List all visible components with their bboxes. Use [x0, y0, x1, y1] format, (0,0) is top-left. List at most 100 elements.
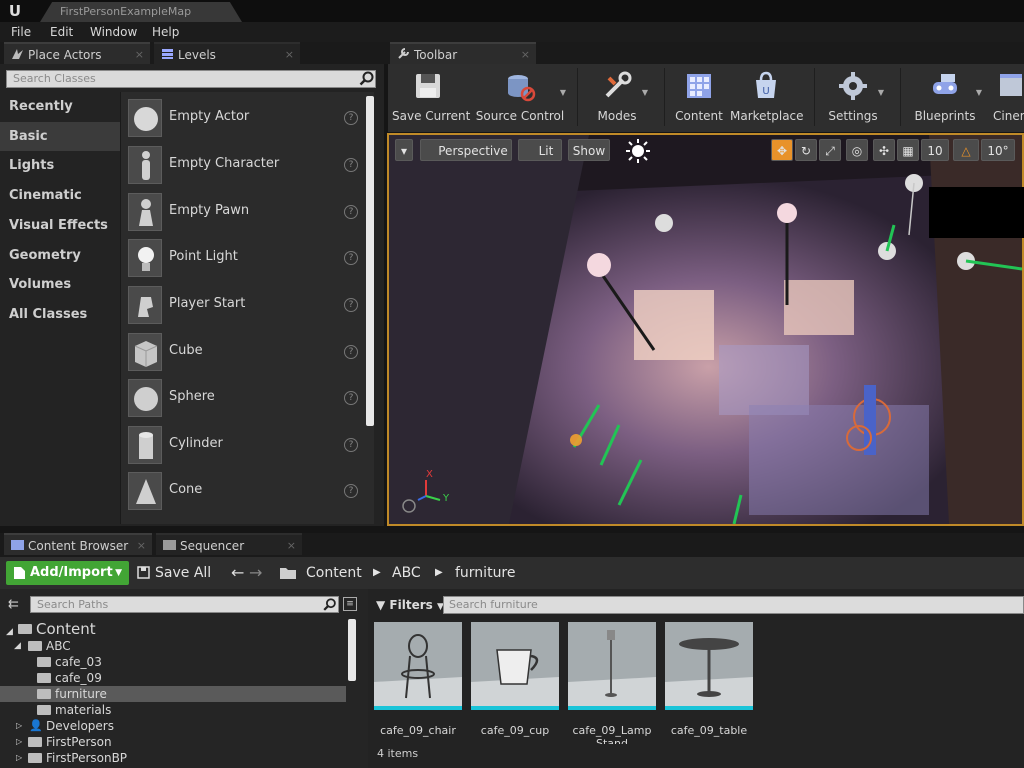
scale-tool-icon[interactable]: ⤢	[819, 139, 841, 161]
save-current-button[interactable]: Save Current	[392, 64, 470, 132]
menu-edit[interactable]: Edit	[50, 22, 73, 42]
asset-thumbnail-cup[interactable]	[471, 622, 559, 710]
rotate-tool-icon[interactable]: ↻	[795, 139, 817, 161]
actor-item-point-light[interactable]: Point Light ?	[122, 235, 372, 281]
tab-toolbar[interactable]: Toolbar ×	[390, 42, 536, 64]
world-space-icon[interactable]: ◎	[846, 139, 868, 161]
actor-item-empty-actor[interactable]: Empty Actor ?	[122, 95, 372, 141]
category-geometry[interactable]: Geometry	[0, 241, 120, 270]
tab-place-actors[interactable]: Place Actors ×	[4, 42, 150, 64]
tree-item-firstpersonbp[interactable]: ▷ FirstPersonBP	[0, 750, 346, 766]
help-icon[interactable]: ?	[344, 298, 358, 312]
cinematics-button[interactable]: Cinem	[990, 64, 1024, 132]
help-icon[interactable]: ?	[344, 158, 358, 172]
close-icon[interactable]: ×	[521, 44, 530, 66]
grid-snap-value[interactable]: 10	[921, 139, 949, 161]
close-icon[interactable]: ×	[137, 535, 146, 557]
tree-item-cafe-03[interactable]: cafe_03	[0, 654, 346, 670]
filters-button[interactable]: ▼ Filters ▼	[376, 597, 444, 613]
settings-button[interactable]: Settings ▼	[818, 64, 888, 132]
tree-item-materials[interactable]: materials	[0, 702, 346, 718]
category-all-classes[interactable]: All Classes	[0, 300, 120, 329]
menu-help[interactable]: Help	[152, 22, 179, 42]
category-visual-effects[interactable]: Visual Effects	[0, 211, 120, 240]
marketplace-button[interactable]: U Marketplace	[730, 64, 804, 132]
asset-thumbnail-chair[interactable]	[374, 622, 462, 710]
toolbar-separator	[577, 68, 578, 126]
actor-item-empty-pawn[interactable]: Empty Pawn ?	[122, 189, 372, 235]
category-cinematic[interactable]: Cinematic	[0, 181, 120, 210]
toggle-sources-icon[interactable]: ⇇	[8, 597, 19, 612]
viewport-options-button[interactable]: ▾	[395, 139, 413, 161]
close-icon[interactable]: ×	[135, 44, 144, 66]
tree-item-developers[interactable]: ▷ 👤 Developers	[0, 718, 346, 734]
search-paths-input[interactable]: Search Paths	[30, 596, 339, 613]
actor-item-sphere[interactable]: Sphere ?	[122, 375, 372, 421]
tree-item-label: cafe_09	[55, 671, 102, 685]
content-button[interactable]: Content	[668, 64, 730, 132]
save-all-button[interactable]: Save All	[136, 561, 211, 585]
actor-item-cube[interactable]: Cube ?	[122, 329, 372, 375]
search-classes-input[interactable]: Search Classes	[6, 70, 376, 88]
view-options-icon[interactable]: ≡	[343, 597, 357, 611]
help-icon[interactable]: ?	[344, 111, 358, 125]
tab-levels[interactable]: Levels ×	[154, 42, 300, 64]
grid-snap-icon[interactable]: ▦	[897, 139, 919, 161]
show-label: Show	[572, 144, 606, 158]
translate-tool-icon[interactable]: ✥	[771, 139, 793, 161]
add-import-button[interactable]: Add/Import ▼	[6, 561, 129, 585]
menu-window[interactable]: Window	[90, 22, 137, 42]
category-volumes[interactable]: Volumes	[0, 270, 120, 299]
category-basic[interactable]: Basic	[0, 122, 120, 151]
tree-item-furniture[interactable]: furniture	[0, 686, 346, 702]
rotation-snap-value[interactable]: 10°	[981, 139, 1015, 161]
tree-item-content[interactable]: ◢ Content	[0, 620, 346, 638]
tree-item-label: FirstPersonBP	[46, 751, 128, 765]
surface-snap-icon[interactable]: ✣	[873, 139, 895, 161]
help-icon[interactable]: ?	[344, 205, 358, 219]
actor-item-empty-character[interactable]: Empty Character ?	[122, 142, 372, 188]
actor-item-player-start[interactable]: Player Start ?	[122, 282, 372, 328]
modes-button[interactable]: Modes ▼	[582, 64, 652, 132]
search-icon[interactable]	[358, 70, 376, 88]
actor-label: Point Light	[169, 249, 238, 264]
tab-sequencer[interactable]: Sequencer ×	[156, 533, 302, 555]
breadcrumb-content[interactable]: Content	[306, 561, 362, 585]
breadcrumb-abc[interactable]: ABC	[392, 561, 421, 585]
help-icon[interactable]: ?	[344, 438, 358, 452]
perspective-button[interactable]: Perspective	[420, 139, 512, 161]
source-control-button[interactable]: Source Control ▼	[470, 64, 570, 132]
back-arrow-icon[interactable]: ←	[231, 561, 244, 585]
actor-list-scrollbar[interactable]	[366, 96, 374, 426]
search-icon[interactable]	[322, 597, 338, 613]
search-assets-input[interactable]: Search furniture	[443, 596, 1024, 614]
show-button[interactable]: Show	[568, 139, 610, 161]
forward-arrow-icon[interactable]: →	[249, 561, 262, 585]
rotation-snap-icon[interactable]: △	[953, 139, 979, 161]
blueprints-icon	[933, 74, 957, 94]
realtime-sun-icon[interactable]	[625, 138, 651, 164]
blueprints-button[interactable]: Blueprints ▼	[904, 64, 986, 132]
asset-thumbnail-lamp-stand[interactable]	[568, 622, 656, 710]
tab-content-browser[interactable]: Content Browser ×	[4, 533, 152, 555]
tree-item-firstperson[interactable]: ▷ FirstPerson	[0, 734, 346, 750]
actor-item-cylinder[interactable]: Cylinder ?	[122, 422, 372, 468]
tree-item-abc[interactable]: ◢ ABC	[0, 638, 346, 654]
help-icon[interactable]: ?	[344, 391, 358, 405]
close-icon[interactable]: ×	[285, 44, 294, 66]
close-icon[interactable]: ×	[287, 535, 296, 557]
help-icon[interactable]: ?	[344, 484, 358, 498]
actor-item-cone[interactable]: Cone ?	[122, 468, 372, 514]
category-recently-placed[interactable]: Recently Placed	[0, 92, 120, 143]
player-start-icon	[128, 286, 162, 324]
asset-thumbnail-table[interactable]	[665, 622, 753, 710]
paths-scrollbar[interactable]	[348, 619, 356, 681]
tree-item-cafe-09[interactable]: cafe_09	[0, 670, 346, 686]
document-tab[interactable]: FirstPersonExampleMap	[40, 2, 242, 22]
help-icon[interactable]: ?	[344, 251, 358, 265]
category-lights[interactable]: Lights	[0, 151, 120, 180]
lit-button[interactable]: Lit	[518, 139, 562, 161]
menu-file[interactable]: File	[11, 22, 31, 42]
breadcrumb-furniture[interactable]: furniture	[455, 561, 516, 585]
help-icon[interactable]: ?	[344, 345, 358, 359]
